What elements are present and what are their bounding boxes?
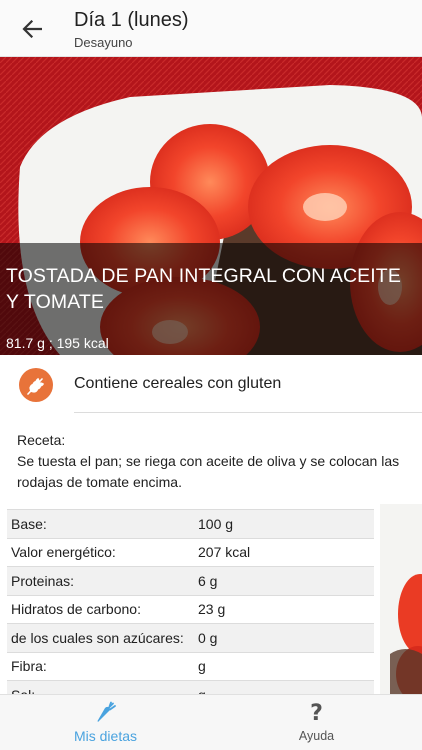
nutrient-label: Fibra:	[7, 651, 194, 681]
page-subtitle: Desayuno	[74, 35, 133, 50]
nutrient-label: Proteinas:	[7, 566, 194, 595]
nutrition-table: Base: 100 g Valor energético: 207 kcal P…	[7, 509, 374, 709]
nutrient-value: 100 g	[194, 509, 374, 538]
page-title: Día 1 (lunes)	[74, 9, 189, 31]
dish-name: TOSTADA DE PAN INTEGRAL CON ACEITE Y TOM…	[6, 265, 401, 313]
recipe-text: Se tuesta el pan; se riega con aceite de…	[17, 453, 400, 490]
nutrient-value: 6 g	[194, 566, 374, 595]
nav-item-mis-dietas[interactable]: Mis dietas	[0, 695, 211, 750]
bottom-navigation: Mis dietas ? Ayuda	[0, 694, 422, 750]
divider	[74, 412, 422, 413]
table-row: Hidratos de carbono: 23 g	[7, 594, 374, 624]
recipe-section: Receta: Se tuesta el pan; se riega con a…	[17, 430, 412, 493]
nav-label: Ayuda	[298, 729, 335, 743]
nutrient-label: Valor energético:	[7, 537, 194, 567]
allergen-row: Contiene cereales con gluten	[0, 356, 422, 414]
nutrient-value: 207 kcal	[194, 537, 374, 567]
dish-thumbnail	[380, 504, 422, 694]
help-icon: ?	[310, 700, 323, 726]
table-row: Base: 100 g	[7, 509, 374, 538]
back-button[interactable]	[14, 12, 50, 46]
allergen-label: Contiene cereales con gluten	[74, 375, 282, 392]
nav-item-ayuda[interactable]: ? Ayuda	[211, 695, 422, 750]
nutrient-label: Base:	[7, 509, 194, 538]
table-row: Proteinas: 6 g	[7, 566, 374, 595]
app-bar: Día 1 (lunes) Desayuno	[0, 0, 422, 57]
table-row: Valor energético: 207 kcal	[7, 537, 374, 567]
carrot-icon	[97, 701, 116, 722]
dish-weight-calories: 81.7 g ; 195 kcal	[6, 335, 109, 351]
table-row: de los cuales son azúcares: 0 g	[7, 623, 374, 652]
nutrient-value: 23 g	[194, 594, 374, 624]
table-row: Fibra: g	[7, 651, 374, 681]
wheat-icon	[19, 368, 53, 402]
nutrient-label: Hidratos de carbono:	[7, 594, 194, 624]
nutrient-value: g	[194, 651, 374, 681]
nav-label: Mis dietas	[73, 728, 138, 744]
nutrient-label: de los cuales son azúcares:	[7, 623, 194, 652]
nutrient-value: 0 g	[194, 623, 374, 652]
recipe-label: Receta:	[17, 432, 66, 448]
arrow-back-icon	[22, 20, 42, 38]
dish-image: TOSTADA DE PAN INTEGRAL CON ACEITE Y TOM…	[0, 57, 422, 355]
